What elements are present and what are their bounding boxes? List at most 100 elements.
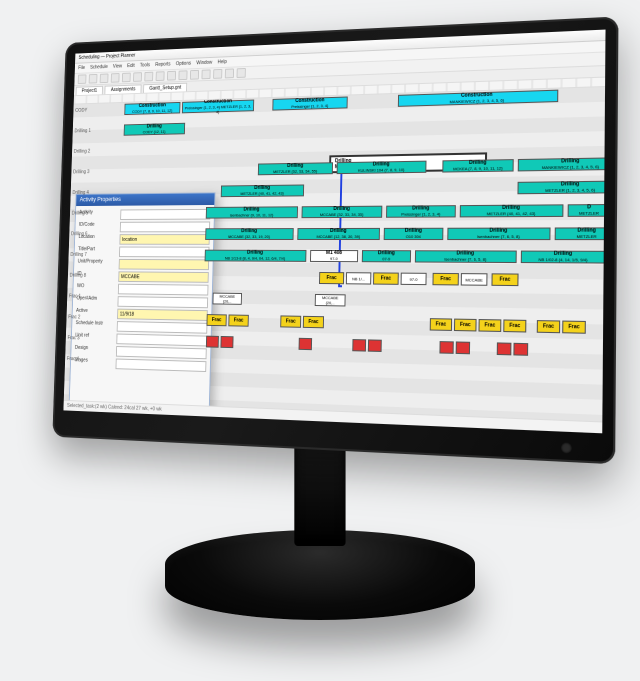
gantt-bar[interactable]: Frac [206, 314, 226, 326]
filter-icon[interactable] [201, 69, 210, 79]
gantt-bar[interactable] [513, 343, 528, 356]
bar-sub: NB 1/... [352, 276, 365, 281]
gantt-bar[interactable]: Frac [280, 315, 301, 327]
field-active[interactable] [117, 309, 208, 321]
gantt-bar[interactable]: Frac [373, 272, 399, 284]
undo-icon[interactable] [156, 71, 165, 81]
tab-project1[interactable]: Project1 [76, 85, 104, 94]
gantt-bar[interactable]: Frac [319, 272, 344, 284]
field-unit-property[interactable] [119, 259, 210, 270]
menu-options[interactable]: Options [176, 61, 191, 67]
menu-schedule[interactable]: Schedule [90, 64, 108, 70]
gantt-bar[interactable]: DrillingMETZLER [555, 227, 605, 240]
copy-icon[interactable] [133, 72, 142, 82]
refresh-icon[interactable] [237, 68, 246, 78]
gantt-bar[interactable]: DrillingMCCABE {32, 33, 34, 35} [302, 206, 383, 218]
gantt-bar[interactable]: DMETZLER [568, 204, 605, 217]
gantt-bar[interactable] [439, 341, 453, 354]
zoom-out-icon[interactable] [190, 70, 199, 80]
field-id-code[interactable] [120, 221, 210, 232]
gantt-bar[interactable]: Frac [454, 319, 477, 332]
gantt-bar[interactable]: DrillingCODY {12, 11} [124, 123, 186, 136]
gantt-bar[interactable]: MCCABE {20,.. [315, 294, 346, 307]
gantt-bar[interactable] [299, 338, 313, 350]
link-icon[interactable] [213, 69, 222, 79]
gantt-bar[interactable] [352, 339, 366, 352]
menu-reports[interactable]: Reports [155, 62, 170, 68]
gantt-bar[interactable]: DrillingMETZLER {40, 41, 42, 43} [221, 184, 304, 197]
gantt-bar[interactable]: DrillingO10 304 [384, 228, 444, 240]
gantt-bar[interactable]: DrillingMCCABE {12, 38, 30, 39} [297, 228, 380, 240]
gantt-bar[interactable]: ConstructionMANKIEWICZ {1, 2, 3, 4, 5, 6… [398, 90, 558, 107]
power-button[interactable] [561, 442, 572, 453]
gantt-bar[interactable]: DrillingIsenbachner {9, 10, 11, 12} [206, 206, 298, 218]
gantt-bar[interactable]: Drilling07-9 [362, 250, 411, 262]
gantt-bar[interactable]: Frac [432, 273, 458, 286]
gantt-bar[interactable]: Frac [303, 316, 324, 328]
field-title-part[interactable] [119, 247, 209, 258]
gantt-bar[interactable]: 97-0 [401, 273, 427, 286]
gantt-bar[interactable]: DrillingIsenbachner {7, 6, 5, 8} [415, 250, 517, 263]
field-schedule-instr[interactable] [117, 321, 208, 334]
gantt-bar[interactable]: Frac [503, 319, 526, 332]
field-oper-adm[interactable] [117, 296, 208, 308]
field-location[interactable] [119, 234, 209, 245]
new-icon[interactable] [78, 74, 87, 84]
gantt-bar[interactable]: Frac [562, 321, 586, 334]
gantt-bar[interactable]: DrillingKULINSKI 104 {7, 8, 9, 10} [337, 161, 427, 175]
field-design[interactable] [116, 346, 207, 359]
gantt-bar[interactable]: Frac [491, 273, 518, 286]
field-unit-ref[interactable] [116, 334, 207, 347]
gantt-bar[interactable]: Frac [430, 318, 452, 331]
gantt-bar[interactable]: Frac [228, 314, 249, 326]
gantt-bar[interactable]: DrillingMANKIEWICZ {1, 2, 3, 4, 5, 6} [518, 157, 605, 171]
unlink-icon[interactable] [225, 68, 234, 78]
paste-icon[interactable] [144, 72, 153, 82]
gantt-bar[interactable] [497, 342, 512, 355]
gantt-bar[interactable]: DrillingMETZLER {40, 41, 42, 43} [460, 204, 564, 217]
ok-button[interactable]: OK [107, 418, 137, 431]
gantt-bar[interactable]: DrillingPreissinger {1, 2, 3, 4} [386, 205, 456, 218]
gantt-bar[interactable]: DrillingMCCABE {32, 33, 19, 20} [205, 228, 294, 240]
gantt-bar[interactable] [206, 336, 219, 348]
save-icon[interactable] [100, 74, 109, 84]
tab-gantt_setup.gnt[interactable]: Gantt_Setup.gnt [143, 82, 187, 92]
gantt-bar[interactable]: DrillingMCKEA {7, 8, 9, 10, 11, 12} [442, 159, 513, 172]
redo-icon[interactable] [167, 71, 176, 81]
gantt-bar[interactable]: ConstructionPreissinger {1, 2, 3, 4} MET… [182, 100, 254, 114]
menu-edit[interactable]: Edit [127, 63, 135, 69]
zoom-in-icon[interactable] [178, 70, 187, 80]
field-wo[interactable] [118, 284, 209, 296]
field-stages[interactable] [116, 359, 207, 372]
menu-window[interactable]: Window [196, 60, 212, 66]
gantt-bar[interactable]: DrillingNB 1/13-8 {8, 4, 9/4, 04, 12, 6/… [205, 250, 307, 262]
gantt-bar[interactable]: DrillingIsenbachner {7, 6, 5, 8} [447, 227, 550, 240]
gantt-bar[interactable] [456, 341, 470, 354]
menu-tools[interactable]: Tools [140, 62, 150, 68]
gantt-bar[interactable] [220, 336, 233, 348]
menu-view[interactable]: View [113, 64, 122, 70]
gantt-bar[interactable]: M1 40897-0 [310, 250, 358, 262]
menu-help[interactable]: Help [218, 59, 227, 65]
gantt-bar[interactable]: DrillingMETZLER {52, 53, 54, 55} [258, 162, 333, 175]
field-activity[interactable] [120, 209, 210, 220]
close-button[interactable]: Close [174, 421, 205, 433]
tab-assignments[interactable]: Assignments [105, 84, 142, 94]
gantt-bar[interactable]: Frac [537, 320, 560, 333]
gantt-bar[interactable]: MCCABE [461, 273, 488, 286]
cut-icon[interactable] [122, 73, 131, 83]
gantt-bar[interactable]: ConstructionCODY {7, 8, 9, 10, 11, 12} [124, 102, 180, 115]
gantt-bar[interactable]: DrillingNB 1/02-8 {4, 14, 1/5, 9/4} [521, 251, 605, 264]
gantt-bar[interactable]: NB 1/... [346, 272, 371, 284]
gantt-bar[interactable]: ConstructionPreissinger {1, 2, 3, 4} [272, 96, 347, 110]
gantt-bar[interactable]: MCCABE {20,.. [212, 293, 242, 305]
gantt-bar[interactable] [368, 339, 382, 352]
gantt-canvas[interactable]: Drilling MCCABE {20, 21, 22, 23, 24, 25}… [63, 87, 605, 433]
cancel-button[interactable]: Cancel [140, 420, 171, 433]
gantt-bar[interactable]: DrillingMETZLER {1, 2, 3, 4, 5, 6} [517, 180, 605, 194]
field-id[interactable] [118, 271, 209, 282]
gantt-bar[interactable]: Frac [478, 319, 501, 332]
menu-file[interactable]: File [78, 65, 85, 71]
print-icon[interactable] [111, 73, 120, 83]
open-icon[interactable] [89, 74, 98, 84]
